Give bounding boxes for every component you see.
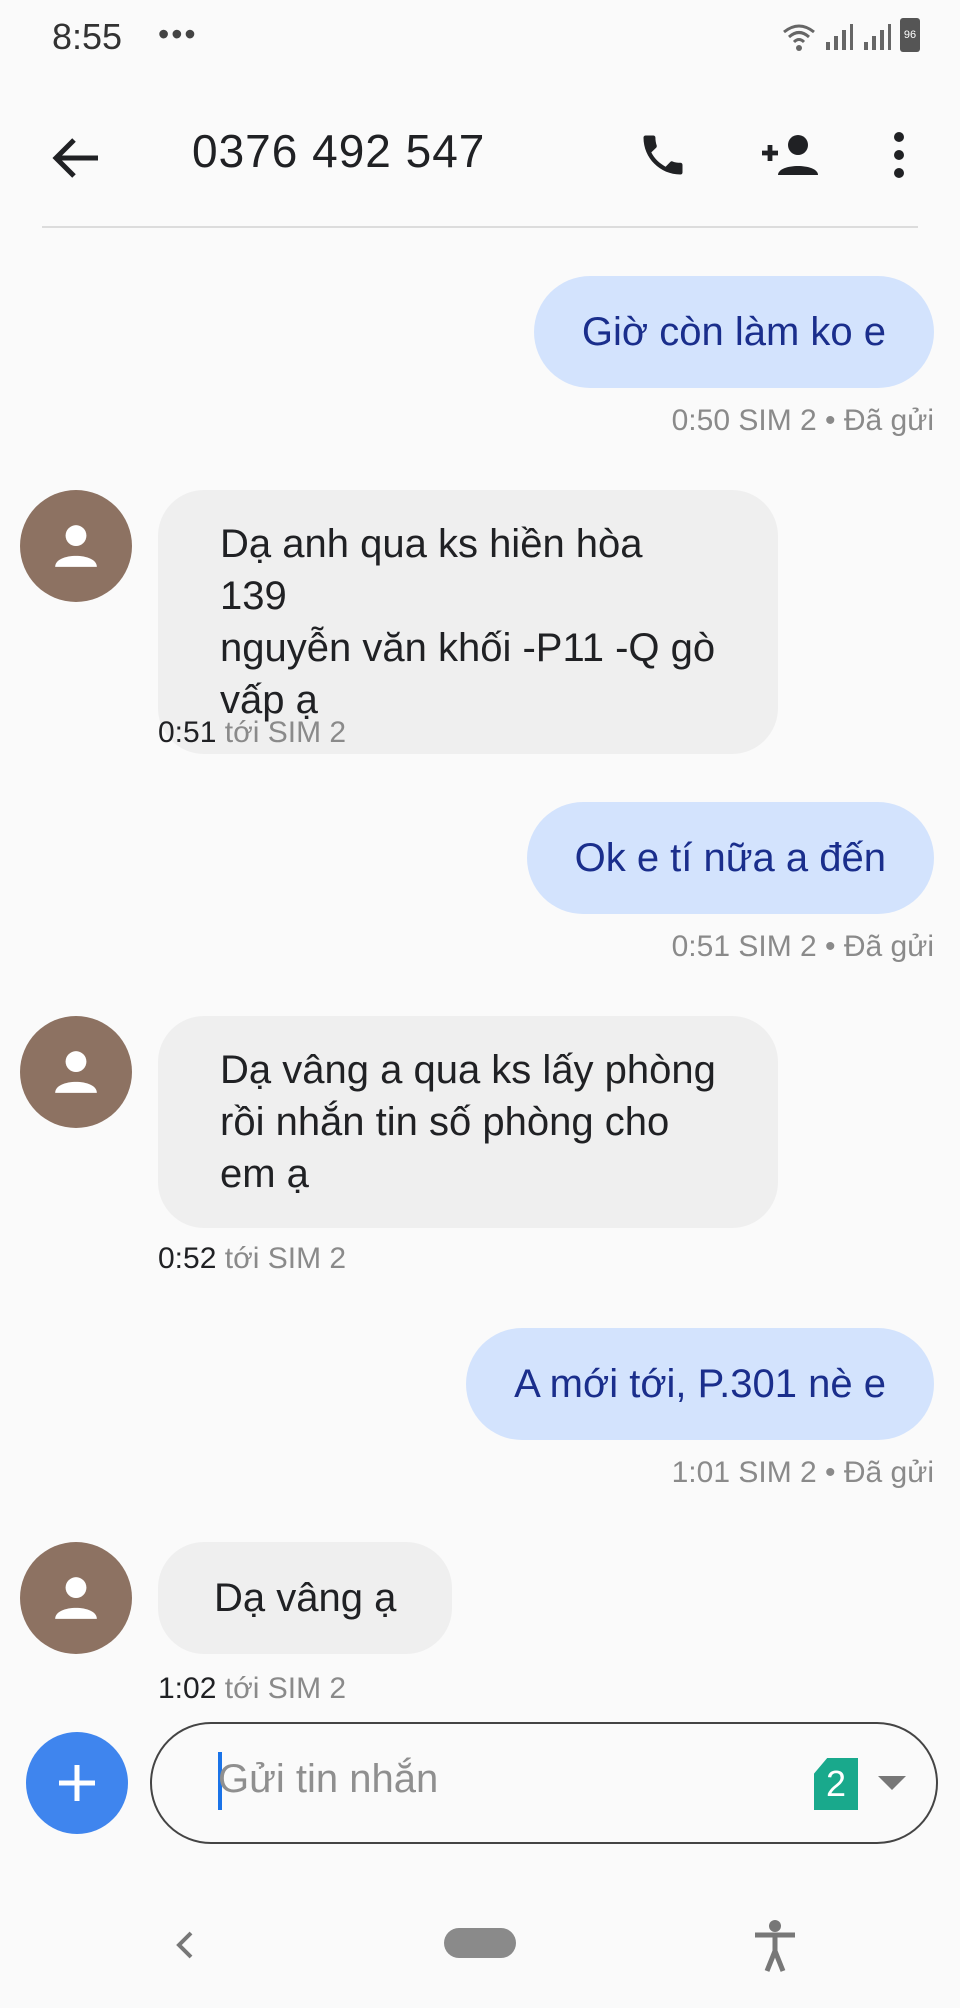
message-line: rồi nhắn tin số phòng cho: [220, 1100, 670, 1144]
message-time: 0:51: [158, 716, 217, 749]
signal-icon: [826, 24, 853, 50]
message-status: tới SIM 2: [224, 716, 347, 749]
sim-number: 2: [825, 1763, 847, 1804]
message-line: Dạ vâng a qua ks lấy phòng: [220, 1048, 716, 1092]
more-options-button[interactable]: [864, 120, 934, 190]
contact-avatar[interactable]: [20, 490, 132, 602]
message-status: tới SIM 2: [224, 1672, 347, 1705]
phone-icon: [643, 135, 683, 175]
header-divider: [42, 226, 918, 228]
message-time: 1:01: [671, 1456, 730, 1489]
status-icons: 96: [782, 18, 920, 52]
sim-selector[interactable]: 2: [814, 1758, 858, 1810]
back-button[interactable]: [40, 122, 112, 194]
battery-level: 96: [903, 29, 917, 41]
status-time: 8:55: [52, 16, 123, 57]
message-status: SIM 2 • Đã gửi: [738, 930, 934, 963]
message-meta: 1:01 SIM 2 • Đã gửi: [672, 1456, 934, 1490]
message-line: nguyễn văn khối -P11 -Q gò: [220, 626, 716, 670]
message-time: 0:50: [671, 404, 730, 437]
message-line: Dạ anh qua ks hiền hòa 139: [220, 522, 643, 618]
chevron-left-icon: [176, 1931, 193, 1959]
message-status: tới SIM 2: [224, 1242, 347, 1275]
accessibility-icon: [755, 1920, 795, 1972]
conversation-title: 0376 492 547: [192, 125, 486, 177]
wifi-icon: [783, 24, 815, 51]
plus-icon: [59, 1765, 95, 1801]
message-text: Giờ còn làm ko e: [581, 309, 886, 354]
message-text: Dạ vâng ạ: [214, 1576, 397, 1620]
add-contact-button[interactable]: [752, 120, 828, 190]
incoming-message[interactable]: Dạ vâng a qua ks lấy phòng rồi nhắn tin …: [158, 1016, 778, 1228]
message-meta: 1:02 tới SIM 2: [158, 1672, 346, 1706]
call-button[interactable]: [628, 120, 698, 190]
message-line: em ạ: [220, 1152, 309, 1196]
message-meta: 0:51 tới SIM 2: [158, 716, 346, 750]
battery-icon: 96: [900, 18, 920, 52]
contact-avatar[interactable]: [20, 1016, 132, 1128]
nav-back-button[interactable]: [170, 1920, 200, 1970]
person-icon: [55, 525, 97, 567]
nav-home-button[interactable]: [444, 1928, 516, 1958]
person-add-icon: [762, 135, 818, 175]
attach-button[interactable]: [26, 1732, 128, 1834]
arrow-back-icon: [52, 138, 98, 178]
accessibility-button[interactable]: [752, 1918, 798, 1974]
person-icon: [55, 1577, 97, 1619]
message-input-placeholder: Gửi tin nhắn: [218, 1757, 439, 1801]
outgoing-message[interactable]: Ok e tí nữa a đến: [526, 802, 934, 914]
message-text: A mới tới, P.301 nè e: [514, 1361, 886, 1406]
message-text: Ok e tí nữa a đến: [574, 835, 886, 880]
contact-avatar[interactable]: [20, 1542, 132, 1654]
message-time: 0:52: [158, 1242, 217, 1275]
message-status: SIM 2 • Đã gửi: [738, 404, 934, 437]
dropdown-arrow-icon[interactable]: [878, 1776, 906, 1790]
message-meta: 0:52 tới SIM 2: [158, 1242, 346, 1276]
more-vert-icon: [894, 132, 904, 178]
incoming-message[interactable]: Dạ anh qua ks hiền hòa 139 nguyễn văn kh…: [158, 490, 778, 754]
message-meta: 0:50 SIM 2 • Đã gửi: [672, 404, 934, 438]
message-status: SIM 2 • Đã gửi: [738, 1456, 934, 1489]
incoming-message[interactable]: Dạ vâng ạ: [158, 1542, 453, 1654]
outgoing-message[interactable]: A mới tới, P.301 nè e: [466, 1328, 934, 1440]
person-icon: [55, 1051, 97, 1093]
message-time: 1:02: [158, 1672, 217, 1705]
signal-icon: [864, 24, 891, 50]
message-time: 0:51: [671, 930, 730, 963]
outgoing-message[interactable]: Giờ còn làm ko e: [533, 276, 934, 388]
notification-dots: •••: [158, 16, 198, 52]
message-meta: 0:51 SIM 2 • Đã gửi: [672, 930, 934, 964]
